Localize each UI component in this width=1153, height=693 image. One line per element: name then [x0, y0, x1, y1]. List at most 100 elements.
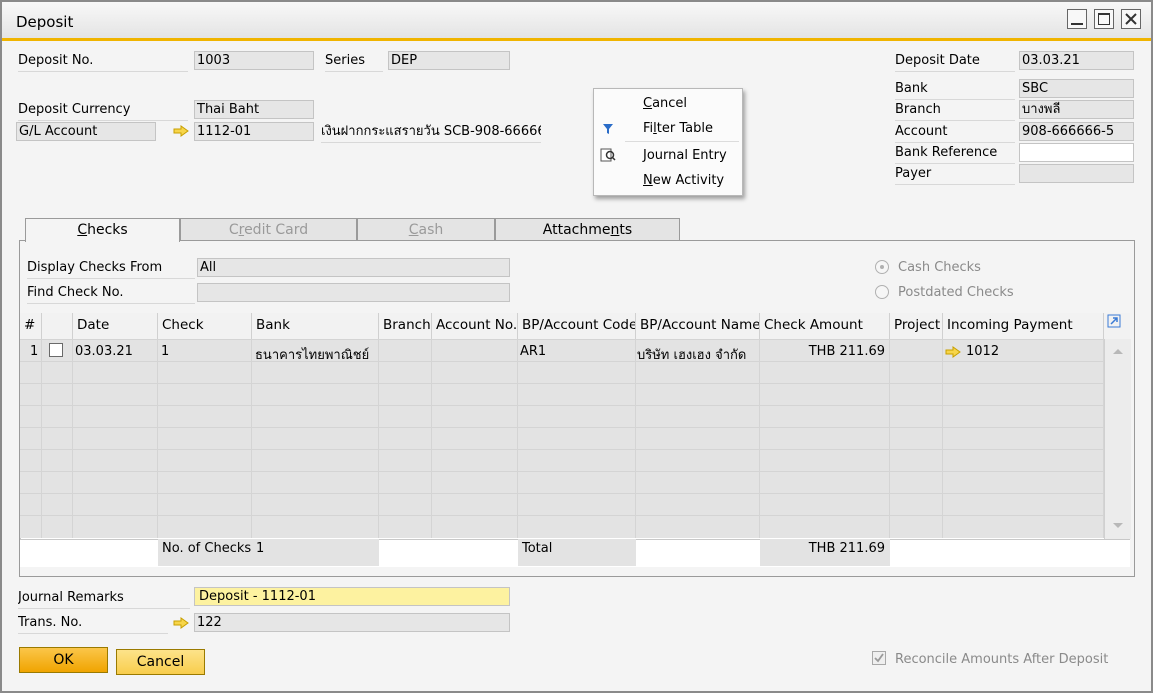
row-date[interactable]: 03.03.21	[75, 344, 133, 359]
table-row[interactable]	[20, 339, 1104, 362]
tab-cash[interactable]: Cash	[357, 218, 495, 241]
cancel-button[interactable]: Cancel	[116, 649, 205, 675]
bank-field[interactable]: SBC	[1019, 79, 1134, 98]
minimize-button[interactable]	[1067, 9, 1087, 29]
table-cell	[20, 450, 42, 472]
table-cell	[760, 472, 890, 494]
deposit-currency-field[interactable]: Thai Baht	[194, 100, 314, 119]
tab-join	[26, 240, 179, 242]
col-header-bp-name[interactable]: BP/Account Name	[636, 313, 760, 339]
col-header-branch[interactable]: Branch	[379, 313, 432, 339]
maximize-button[interactable]	[1094, 9, 1114, 29]
deposit-date-field[interactable]: 03.03.21	[1019, 51, 1134, 70]
col-header-check[interactable]: Check	[158, 313, 252, 339]
col-header-bank[interactable]: Bank	[252, 313, 379, 339]
col-header-bp-code[interactable]: BP/Account Code	[518, 313, 636, 339]
table-cell	[890, 362, 943, 384]
payer-field[interactable]	[1019, 164, 1134, 183]
tab-credit-card[interactable]: Credit Card	[180, 218, 357, 241]
branch-field[interactable]: บางพลี	[1019, 100, 1134, 119]
table-cell	[20, 472, 42, 494]
gl-account-field[interactable]: 1112-01	[194, 122, 314, 141]
col-header-check-amount[interactable]: Check Amount	[760, 313, 890, 339]
table-cell	[73, 406, 158, 428]
col-header-account-no[interactable]: Account No.	[432, 313, 518, 339]
row-select-checkbox[interactable]	[49, 343, 63, 357]
row-bp-code[interactable]: AR1	[520, 344, 546, 359]
row-check[interactable]: 1	[161, 344, 169, 359]
journal-remarks-field[interactable]: Deposit - 1112-01	[194, 587, 510, 606]
bank-reference-field[interactable]	[1019, 143, 1134, 162]
trans-no-field[interactable]: 122	[194, 613, 510, 632]
table-cell	[760, 428, 890, 450]
reconcile-checkbox[interactable]	[872, 651, 886, 665]
row-bp-name[interactable]: บริษัท เฮงเฮง จำกัด	[637, 344, 746, 365]
menu-item-journal-entry[interactable]: Journal Entry	[643, 146, 727, 166]
col-header-date[interactable]: Date	[73, 313, 158, 339]
total-label: Total	[522, 541, 553, 556]
col-header-incoming-payment[interactable]: Incoming Payment	[943, 313, 1104, 339]
scroll-up-icon[interactable]	[1112, 347, 1124, 355]
reconcile-label: Reconcile Amounts After Deposit	[895, 652, 1109, 667]
tab-checks[interactable]: Checks	[25, 218, 180, 242]
table-cell	[432, 362, 518, 384]
table-cell	[379, 494, 432, 516]
empty-table-row[interactable]	[20, 449, 1104, 472]
deposit-no-field[interactable]: 1003	[194, 51, 314, 70]
find-check-no-input[interactable]	[197, 283, 510, 302]
postdated-checks-radio[interactable]	[875, 285, 889, 299]
journal-icon	[600, 148, 616, 162]
table-cell	[42, 472, 73, 494]
menu-item-filter-table[interactable]: Filter Table	[643, 119, 713, 139]
series-field[interactable]: DEP	[388, 51, 510, 70]
menu-item-cancel[interactable]: Cancel	[643, 94, 687, 114]
row-incoming-payment[interactable]: 1012	[966, 344, 999, 359]
table-cell	[379, 362, 432, 384]
link-arrow-icon[interactable]	[173, 617, 189, 629]
tab-attachments[interactable]: Attachments	[495, 218, 680, 241]
table-cell	[379, 406, 432, 428]
empty-table-row[interactable]	[20, 493, 1104, 516]
table-cell	[432, 384, 518, 406]
display-checks-from-select[interactable]: All	[197, 258, 510, 277]
table-cell	[943, 362, 1104, 384]
gl-account-type-select[interactable]: G/L Account	[16, 122, 156, 141]
row-bank[interactable]: ธนาคารไทยพาณิชย์	[255, 344, 369, 365]
total-value: THB 211.69	[808, 541, 885, 556]
link-arrow-icon[interactable]	[173, 125, 189, 137]
filter-icon	[603, 124, 613, 134]
cash-checks-radio[interactable]	[875, 260, 889, 274]
table-cell	[158, 406, 252, 428]
col-header-select[interactable]	[42, 313, 73, 339]
table-cell	[432, 516, 518, 538]
empty-table-row[interactable]	[20, 405, 1104, 428]
link-arrow-icon[interactable]	[945, 346, 961, 358]
journal-remarks-label: Journal Remarks	[18, 588, 190, 609]
table-cell	[379, 472, 432, 494]
table-cell	[890, 428, 943, 450]
table-cell	[252, 384, 379, 406]
table-cell	[252, 472, 379, 494]
table-cell	[890, 494, 943, 516]
vertical-scrollbar[interactable]	[1104, 339, 1131, 539]
table-cell	[379, 450, 432, 472]
menu-item-new-activity[interactable]: New Activity	[643, 171, 724, 191]
expand-grid-button[interactable]	[1104, 313, 1130, 339]
row-amount[interactable]: THB 211.69	[760, 344, 885, 359]
title-bar[interactable]: Deposit	[2, 2, 1151, 41]
empty-table-row[interactable]	[20, 427, 1104, 450]
scroll-down-icon[interactable]	[1112, 522, 1124, 530]
table-cell	[20, 406, 42, 428]
table-cell	[20, 384, 42, 406]
empty-table-row[interactable]	[20, 471, 1104, 494]
col-header-project[interactable]: Project	[890, 313, 943, 339]
table-cell	[636, 472, 760, 494]
empty-table-row[interactable]	[20, 515, 1104, 538]
empty-table-row[interactable]	[20, 361, 1104, 384]
account-field[interactable]: 908-666666-5	[1019, 122, 1134, 141]
table-cell	[636, 428, 760, 450]
close-button[interactable]	[1121, 9, 1141, 29]
ok-button[interactable]: OK	[19, 647, 108, 673]
empty-table-row[interactable]	[20, 383, 1104, 406]
col-header-num[interactable]: #	[20, 313, 42, 339]
